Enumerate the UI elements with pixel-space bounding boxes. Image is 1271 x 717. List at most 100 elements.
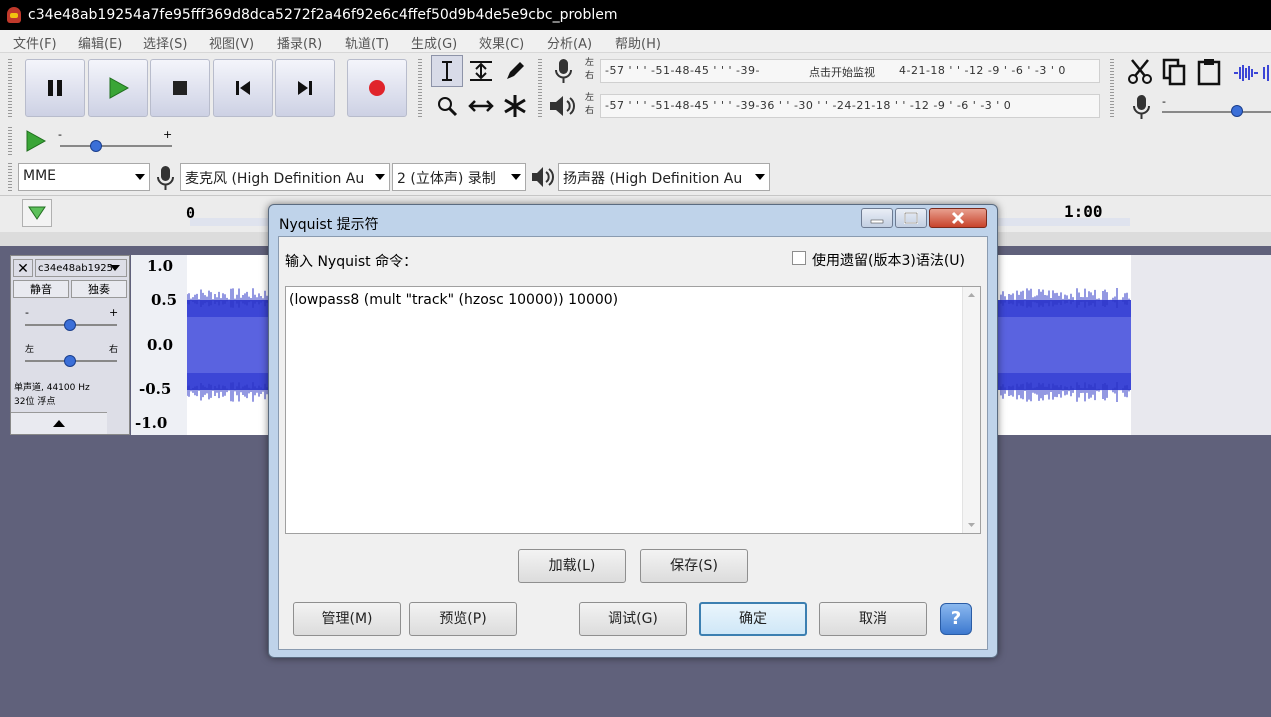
copy-icon[interactable] bbox=[1160, 58, 1188, 86]
ok-button[interactable]: 确定 bbox=[699, 602, 807, 636]
paste-icon[interactable] bbox=[1195, 58, 1223, 86]
record-meter-ticks: -57 ' ' ' -51-48-45 ' ' ' -39- bbox=[605, 64, 760, 77]
manage-button[interactable]: 管理(M) bbox=[293, 602, 401, 636]
trim-audio-icon[interactable] bbox=[1232, 63, 1260, 83]
recording-channels-select[interactable]: 2 (立体声) 录制 bbox=[392, 163, 526, 191]
selection-tool-button[interactable] bbox=[431, 55, 463, 87]
recording-channels-value: 2 (立体声) 录制 bbox=[397, 171, 496, 187]
pause-button[interactable] bbox=[25, 59, 85, 117]
skip-to-end-button[interactable] bbox=[275, 59, 335, 117]
window-title: c34e48ab19254a7fe95fff369d8dca5272f2a46f… bbox=[28, 7, 618, 23]
debug-button[interactable]: 调试(G) bbox=[579, 602, 687, 636]
draw-tool-button[interactable] bbox=[499, 55, 531, 87]
time-shift-tool-button[interactable] bbox=[465, 90, 497, 122]
pan-right-label: 右 bbox=[109, 345, 119, 355]
pin-playhead-button[interactable] bbox=[22, 199, 52, 227]
speaker-icon bbox=[532, 167, 554, 187]
menu-file[interactable]: 文件(F) bbox=[13, 33, 57, 52]
menu-select[interactable]: 选择(S) bbox=[143, 33, 187, 52]
record-volume-thumb[interactable] bbox=[1231, 105, 1243, 117]
track-control-panel: ✕ c34e48ab1925 静音 独奏 - + 左 右 单声道, 44100 … bbox=[10, 255, 130, 435]
record-meter-prompt[interactable]: 点击开始监视 bbox=[809, 64, 875, 80]
play-at-speed-icon[interactable] bbox=[24, 129, 48, 153]
nyquist-command-textarea[interactable]: (lowpass8 (mult "track" (hzosc 10000)) 1… bbox=[285, 286, 981, 534]
menu-tracks[interactable]: 轨道(T) bbox=[345, 33, 389, 52]
envelope-tool-button[interactable] bbox=[465, 55, 497, 87]
record-meter-left-label: 左 bbox=[585, 58, 595, 68]
chevron-down-icon bbox=[375, 174, 385, 180]
textarea-scrollbar[interactable] bbox=[962, 287, 980, 533]
menu-transport[interactable]: 播录(R) bbox=[277, 33, 322, 52]
chevron-down-icon bbox=[755, 174, 765, 180]
menu-generate[interactable]: 生成(G) bbox=[411, 33, 457, 52]
speed-minus: - bbox=[58, 128, 62, 141]
playback-meter-ticks: -57 ' ' ' -51-48-45 ' ' ' -39-36 ' ' -30… bbox=[605, 99, 1012, 112]
pencil-icon bbox=[507, 62, 524, 79]
skip-to-start-button[interactable] bbox=[213, 59, 273, 117]
silence-audio-icon[interactable] bbox=[1262, 63, 1271, 83]
multi-tool-button[interactable] bbox=[499, 90, 531, 122]
microphone-icon bbox=[157, 166, 174, 190]
playback-meter-speaker-icon[interactable] bbox=[548, 93, 578, 119]
cancel-button[interactable]: 取消 bbox=[819, 602, 927, 636]
save-button[interactable]: 保存(S) bbox=[640, 549, 748, 583]
gain-thumb[interactable] bbox=[64, 319, 76, 331]
legacy-syntax-label[interactable]: 使用遗留(版本3)语法(U) bbox=[812, 250, 965, 270]
minimize-button[interactable] bbox=[861, 208, 893, 228]
menu-edit[interactable]: 编辑(E) bbox=[78, 33, 122, 52]
gain-minus: - bbox=[25, 306, 29, 319]
menu-effect[interactable]: 效果(C) bbox=[479, 33, 524, 52]
scroll-arrows-icon bbox=[968, 293, 975, 527]
nyquist-prompt-dialog: Nyquist 提示符 输入 Nyquist 命令： 使用遗留(版本3)语法(U… bbox=[268, 204, 998, 658]
record-meter-mic-icon[interactable] bbox=[550, 57, 578, 85]
help-button[interactable]: ? bbox=[940, 603, 972, 635]
minimize-icon bbox=[870, 219, 884, 224]
record-button[interactable] bbox=[347, 59, 407, 117]
envelope-icon bbox=[470, 61, 492, 81]
record-meter-ticks-right: 4-21-18 ' ' -12 -9 ' -6 ' -3 ' 0 bbox=[899, 64, 1066, 77]
zoom-tool-button[interactable] bbox=[431, 90, 463, 122]
cut-icon[interactable] bbox=[1126, 58, 1154, 86]
recording-device-select[interactable]: 麦克风 (High Definition Au bbox=[180, 163, 390, 191]
nyquist-command-label: 输入 Nyquist 命令： bbox=[285, 254, 418, 270]
preview-button[interactable]: 预览(P) bbox=[409, 602, 517, 636]
close-track-button[interactable]: ✕ bbox=[13, 259, 33, 277]
toolbar-grip[interactable] bbox=[8, 59, 12, 119]
solo-button[interactable]: 独奏 bbox=[71, 280, 127, 298]
toolbar-grip[interactable] bbox=[418, 59, 422, 119]
toolbar-grip[interactable] bbox=[8, 163, 12, 191]
magnifier-icon bbox=[438, 97, 458, 117]
playback-meter[interactable]: -57 ' ' ' -51-48-45 ' ' ' -39-36 ' ' -30… bbox=[600, 94, 1100, 118]
legacy-syntax-checkbox[interactable] bbox=[792, 251, 806, 265]
close-button[interactable] bbox=[929, 208, 987, 228]
chevron-down-icon bbox=[135, 174, 145, 180]
toolbar-grip[interactable] bbox=[1110, 59, 1114, 119]
track-empty-region bbox=[1131, 255, 1271, 435]
dialog-title: Nyquist 提示符 bbox=[279, 217, 379, 233]
menu-help[interactable]: 帮助(H) bbox=[615, 33, 661, 52]
load-button[interactable]: 加载(L) bbox=[518, 549, 626, 583]
stop-button[interactable] bbox=[150, 59, 210, 117]
play-button[interactable] bbox=[88, 59, 148, 117]
playback-meter-right-label: 右 bbox=[585, 106, 595, 116]
nyquist-command-text: (lowpass8 (mult "track" (hzosc 10000)) 1… bbox=[289, 292, 619, 308]
pan-thumb[interactable] bbox=[64, 355, 76, 367]
play-speed-thumb[interactable] bbox=[90, 140, 102, 152]
menu-view[interactable]: 视图(V) bbox=[209, 33, 254, 52]
mute-button[interactable]: 静音 bbox=[13, 280, 69, 298]
audio-host-select[interactable]: MME bbox=[18, 163, 150, 191]
playback-meter-left-label: 左 bbox=[585, 93, 595, 103]
record-volume-slider[interactable] bbox=[1162, 111, 1271, 113]
close-icon bbox=[951, 211, 965, 225]
menu-analyze[interactable]: 分析(A) bbox=[547, 33, 592, 52]
play-speed-slider[interactable] bbox=[60, 145, 172, 147]
record-meter-right-label: 右 bbox=[585, 71, 595, 81]
maximize-button[interactable] bbox=[895, 208, 927, 228]
record-meter[interactable]: -57 ' ' ' -51-48-45 ' ' ' -39- 点击开始监视 4-… bbox=[600, 59, 1100, 83]
playback-device-select[interactable]: 扬声器 (High Definition Au bbox=[558, 163, 770, 191]
toolbar-grip[interactable] bbox=[538, 59, 542, 119]
skip-end-icon bbox=[298, 81, 312, 95]
toolbar-grip[interactable] bbox=[8, 127, 12, 155]
collapse-track-button[interactable] bbox=[11, 412, 107, 434]
scale-label: 0.5 bbox=[151, 291, 178, 309]
